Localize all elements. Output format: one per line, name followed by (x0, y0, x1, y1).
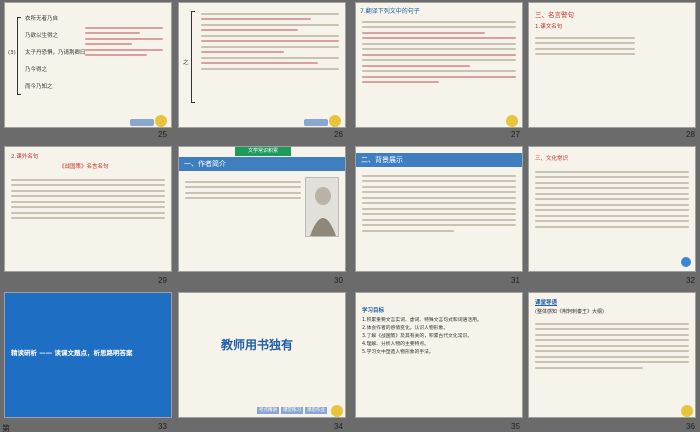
emoji-icon (681, 405, 693, 417)
slide-thumbnail[interactable]: 文学常识积累 一、作者简介 (178, 146, 346, 272)
text-line: 乃今得之 (25, 67, 48, 73)
slide-number: 28 (686, 130, 695, 139)
text-line: 而今乃知之 (25, 84, 53, 90)
slide-thumbnail[interactable]: 学习目标 1.积累重要文言实词、虚词、特殊文言句式和词语活用。 2.体会作者的感… (355, 292, 523, 418)
slide-thumbnail[interactable]: 三、文化常识 (528, 146, 696, 272)
slide-thumbnail[interactable]: 精读研析 —— 读课文题点，析思路明答案 (4, 292, 172, 418)
goal-list: 1.积累重要文言实词、虚词、特殊文言句式和词语活用。 2.体会作者的感情变化，认… (362, 317, 518, 357)
text-lines (185, 177, 301, 203)
list-item: 5.学习文中塑造人物形象的手法。 (362, 350, 434, 355)
slide-thumbnail[interactable]: 教师用书独有 考点精讲 课堂练习 课后作业 (178, 292, 346, 418)
slide-title: 2.课外名句 (11, 154, 39, 160)
slide-number: 26 (334, 130, 343, 139)
slide-subtitle: 1.课文名句 (535, 24, 563, 30)
slide-thumbnail[interactable]: 2.课外名句 《战国策》名言名句 (4, 146, 172, 272)
slide-thumbnail[interactable]: 之 (178, 2, 346, 128)
slide-number: 30 (334, 276, 343, 285)
bracket-mark (17, 17, 21, 95)
status-text: 第 (2, 424, 10, 432)
text-lines (362, 17, 516, 87)
list-item: 1.积累重要文言实词、虚词、特殊文言句式和词语活用。 (362, 318, 482, 323)
text-line: 衣所无者乃自 (25, 16, 59, 22)
slide-thumbnail[interactable]: 7.翻译下列文中的句子 (355, 2, 523, 128)
text-lines (535, 33, 635, 59)
slide-title: 学习目标 (362, 308, 385, 314)
list-item: 2.体会作者的感情变化，认识人物形象。 (362, 326, 449, 331)
nav-badge[interactable] (304, 119, 328, 126)
text-line: 太子丹恐惧，乃请荆卿曰 (25, 50, 86, 56)
slide-number: 33 (158, 422, 167, 431)
slide-number: 29 (158, 276, 167, 285)
slide-title: 三、名言警句 (535, 11, 574, 19)
slide-number: 34 (334, 422, 343, 431)
section-title: 精读研析 —— 读课文题点，析思路明答案 (11, 349, 133, 357)
nav-button[interactable]: 课堂练习 (281, 407, 303, 414)
text-lines (201, 9, 339, 73)
text-lines (362, 171, 516, 235)
highlight (60, 16, 62, 22)
text-lines (11, 175, 165, 223)
emoji-icon (506, 115, 518, 127)
slide-thumbnail[interactable]: 课堂导语 (整体感知《荆轲刺秦王》大纲) (528, 292, 696, 418)
side-label: 之 (183, 60, 189, 66)
slide-tag: 文学常识积累 (235, 147, 291, 156)
slide-heading: 《战国策》名言名句 (59, 164, 109, 170)
emoji-icon (155, 115, 167, 127)
slide-title: 7.翻译下列文中的句子 (360, 8, 420, 15)
emoji-icon (329, 115, 341, 127)
slide-title: 二、背景展示 (356, 153, 522, 167)
slide-title: 三、文化常识 (535, 156, 569, 162)
slide-heading: 教师用书独有 (221, 338, 294, 352)
list-item: 3.了解《战国策》及其有关的，积累古代文化常识。 (362, 334, 473, 339)
side-label: (3) (8, 50, 16, 56)
slide-number: 36 (686, 422, 695, 431)
slide-number: 31 (511, 276, 520, 285)
answer-lines (85, 23, 163, 60)
nav-button[interactable]: 考点精讲 (257, 407, 279, 414)
slide-number: 25 (158, 130, 167, 139)
slide-title: 课堂导语 (535, 300, 558, 306)
slide-number: 27 (511, 130, 520, 139)
slide-thumbnail[interactable]: 二、背景展示 (355, 146, 523, 272)
list-item: 4.理解、分析人物的主要特点。 (362, 342, 429, 347)
text-line: 乃欲以生得之 (25, 33, 59, 39)
text-lines (535, 167, 689, 231)
text-lines (535, 319, 689, 372)
drop-icon (681, 257, 691, 267)
slide-subtitle: (整体感知《荆轲刺秦王》大纲) (535, 309, 604, 315)
portrait-image (305, 177, 339, 237)
slide-thumbnail[interactable]: 三、名言警句 1.课文名句 (528, 2, 696, 128)
nav-badge[interactable] (130, 119, 154, 126)
slide-number: 35 (511, 422, 520, 431)
bracket-mark (191, 11, 195, 103)
slide-number: 32 (686, 276, 695, 285)
slide-thumbnail[interactable]: (3) 衣所无者乃自 乃欲以生得之 太子丹恐惧，乃请荆卿曰 乃今得之 而今乃知之 (4, 2, 172, 128)
nav-button[interactable]: 课后作业 (305, 407, 327, 414)
emoji-icon (331, 405, 343, 417)
slide-title: 一、作者简介 (179, 157, 345, 171)
